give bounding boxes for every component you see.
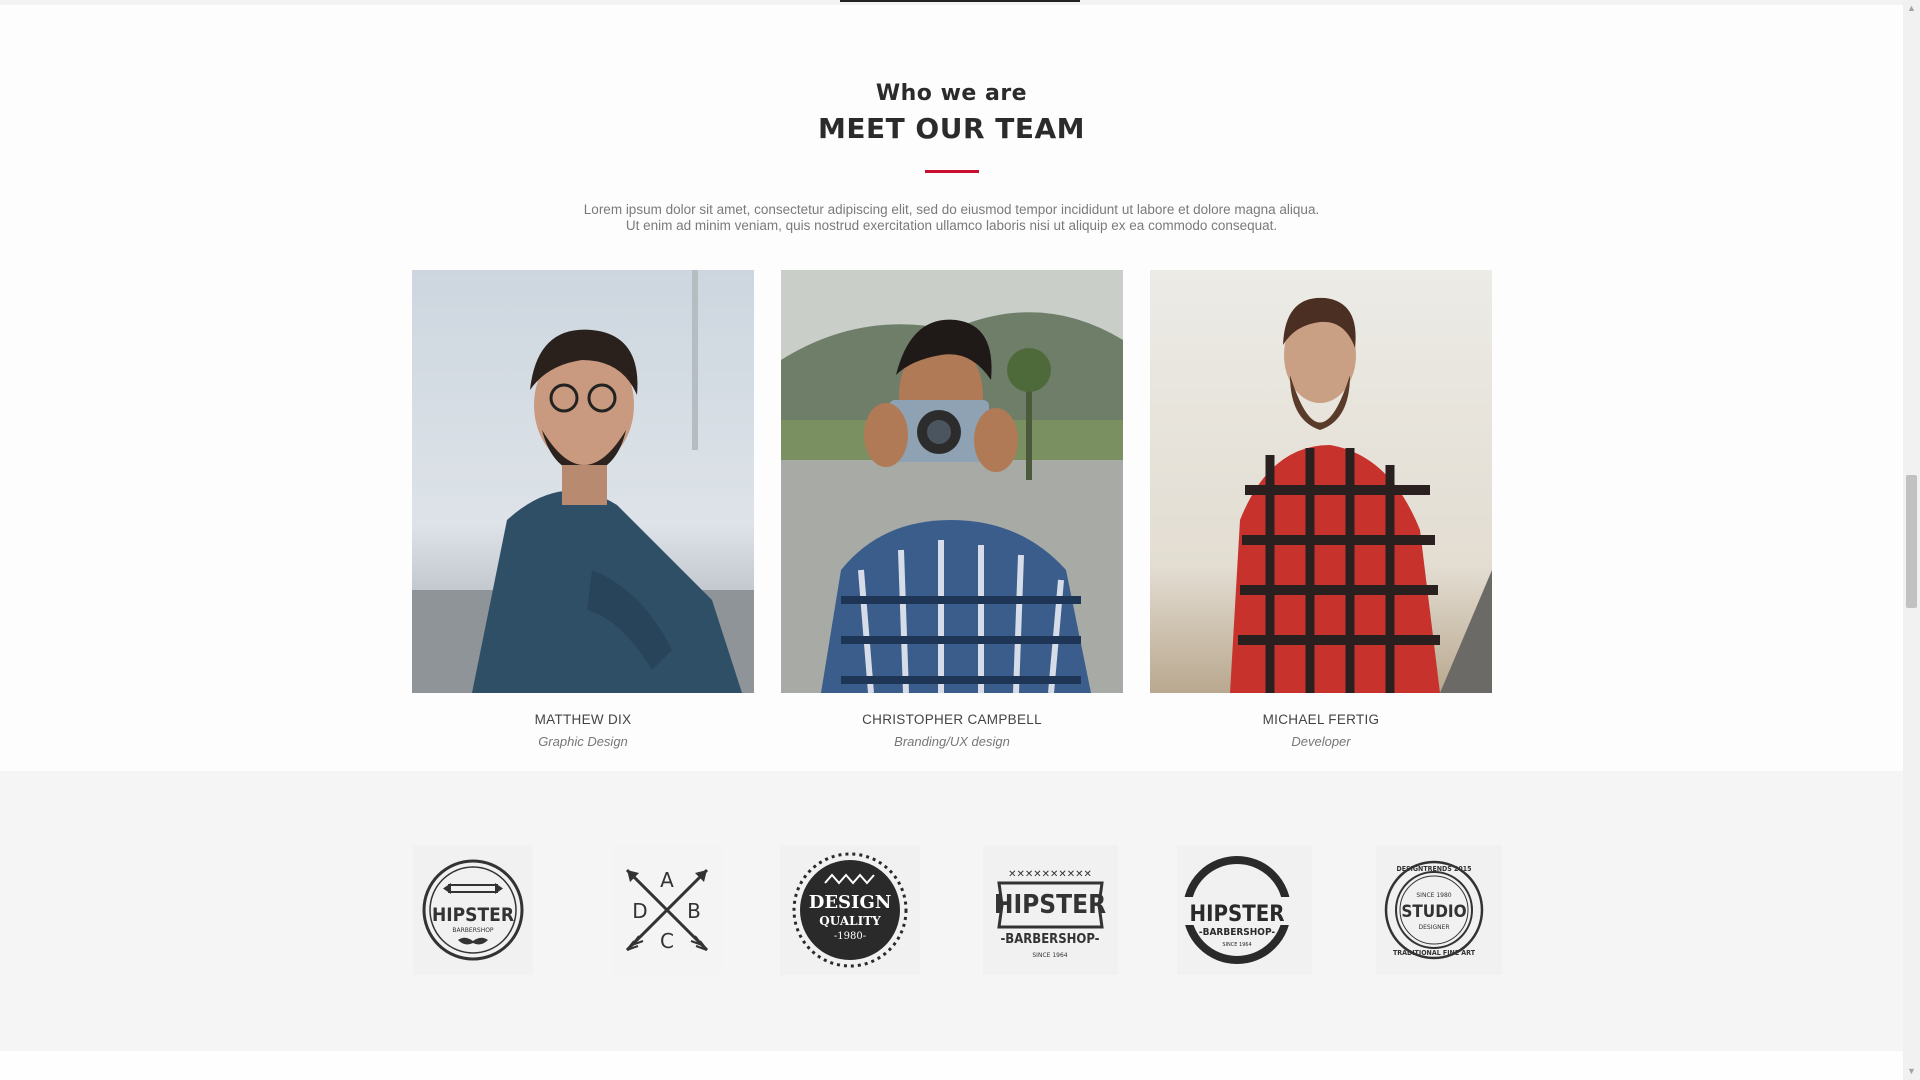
vertical-scrollbar[interactable]: ▲ ▼ bbox=[1903, 0, 1920, 1080]
page: Who we are MEET OUR TEAM Lorem ipsum dol… bbox=[0, 0, 1903, 1080]
scroll-up-arrow-icon[interactable]: ▲ bbox=[1903, 0, 1920, 17]
title-underline bbox=[925, 170, 979, 173]
svg-text:-BARBERSHOP-: -BARBERSHOP- bbox=[1000, 932, 1099, 947]
svg-text:D: D bbox=[632, 899, 647, 923]
design-quality-badge-icon[interactable]: DESIGN QUALITY -1980- bbox=[780, 845, 920, 975]
svg-text:A: A bbox=[660, 868, 674, 892]
team-member-card[interactable]: MICHAEL FERTIG Developer bbox=[1150, 270, 1492, 750]
next-section-edge bbox=[0, 1051, 1903, 1080]
team-member-card[interactable]: CHRISTOPHER CAMPBELL Branding/UX design bbox=[781, 270, 1123, 750]
section-kicker: Who we are bbox=[875, 81, 1028, 106]
svg-text:SINCE 1964: SINCE 1964 bbox=[1222, 942, 1251, 948]
member-name: CHRISTOPHER CAMPBELL bbox=[862, 712, 1042, 727]
section-title: MEET OUR TEAM bbox=[817, 112, 1086, 145]
member-role: Graphic Design bbox=[538, 734, 628, 749]
svg-text:TRADITIONAL FINE ART: TRADITIONAL FINE ART bbox=[1393, 949, 1476, 957]
member-role: Developer bbox=[1291, 734, 1351, 749]
svg-text:DESIGNTRENDS 2015: DESIGNTRENDS 2015 bbox=[1396, 865, 1471, 873]
svg-text:HIPSTER: HIPSTER bbox=[994, 890, 1106, 920]
member-photo[interactable] bbox=[781, 270, 1123, 693]
team-section: Who we are MEET OUR TEAM Lorem ipsum dol… bbox=[0, 5, 1903, 771]
top-divider bbox=[840, 0, 1080, 2]
client-logos-section: HIPSTER BARBERSHOP A D B C DESIGN QUALIT… bbox=[0, 771, 1903, 1051]
svg-text:-BARBERSHOP-: -BARBERSHOP- bbox=[1199, 927, 1275, 938]
svg-text:HIPSTER: HIPSTER bbox=[432, 904, 514, 926]
scrollbar-thumb[interactable] bbox=[1906, 475, 1917, 608]
svg-text:BARBERSHOP: BARBERSHOP bbox=[452, 927, 494, 934]
svg-text:C: C bbox=[660, 929, 674, 953]
section-intro: Lorem ipsum dolor sit amet, consectetur … bbox=[0, 202, 1903, 234]
intro-line: Lorem ipsum dolor sit amet, consectetur … bbox=[583, 202, 1320, 217]
svg-text:✕✕✕✕✕✕✕✕✕✕: ✕✕✕✕✕✕✕✕✕✕ bbox=[1008, 869, 1092, 880]
hipster-barbershop-round-badge-icon[interactable]: HIPSTER BARBERSHOP bbox=[413, 845, 533, 975]
intro-line: Ut enim ad minim veniam, quis nostrud ex… bbox=[625, 218, 1278, 233]
svg-text:DESIGN: DESIGN bbox=[809, 892, 892, 913]
studio-designtrends-badge-icon[interactable]: DESIGNTRENDS 2015 SINCE 1980 STUDIO DESI… bbox=[1376, 845, 1502, 975]
svg-text:DESIGNER: DESIGNER bbox=[1418, 924, 1449, 931]
hipster-barbershop-banner-icon[interactable]: ✕✕✕✕✕✕✕✕✕✕ HIPSTER -BARBERSHOP- SINCE 19… bbox=[983, 845, 1118, 975]
scroll-down-arrow-icon[interactable]: ▼ bbox=[1903, 1063, 1920, 1080]
member-name: MATTHEW DIX bbox=[534, 712, 632, 727]
member-role: Branding/UX design bbox=[894, 734, 1010, 749]
team-member-card[interactable]: MATTHEW DIX Graphic Design bbox=[412, 270, 754, 750]
svg-text:HIPSTER: HIPSTER bbox=[1190, 902, 1285, 927]
svg-text:B: B bbox=[687, 899, 701, 923]
member-name: MICHAEL FERTIG bbox=[1262, 712, 1380, 727]
svg-text:-1980-: -1980- bbox=[834, 931, 866, 942]
member-photo[interactable] bbox=[412, 270, 754, 693]
hipster-barbershop-ring-badge-icon[interactable]: HIPSTER -BARBERSHOP- SINCE 1964 bbox=[1177, 845, 1312, 975]
member-photo[interactable] bbox=[1150, 270, 1492, 693]
abcd-crossed-arrows-icon[interactable]: A D B C bbox=[612, 845, 722, 975]
svg-text:STUDIO: STUDIO bbox=[1401, 902, 1466, 922]
svg-text:QUALITY: QUALITY bbox=[819, 914, 881, 928]
svg-text:SINCE 1980: SINCE 1980 bbox=[1416, 892, 1451, 899]
svg-text:SINCE 1964: SINCE 1964 bbox=[1032, 952, 1067, 959]
